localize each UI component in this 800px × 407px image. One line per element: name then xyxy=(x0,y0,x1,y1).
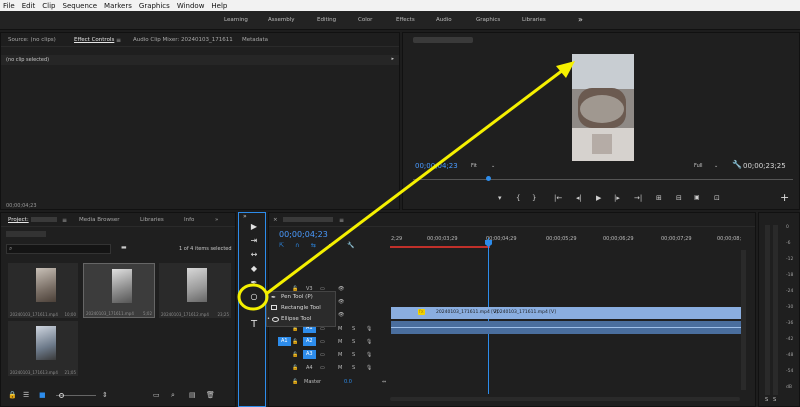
annotation-arrow-line xyxy=(265,68,564,296)
annotation-arrow-head xyxy=(556,61,575,78)
annotation-overlay xyxy=(237,61,575,311)
annotation-circle xyxy=(237,283,269,311)
